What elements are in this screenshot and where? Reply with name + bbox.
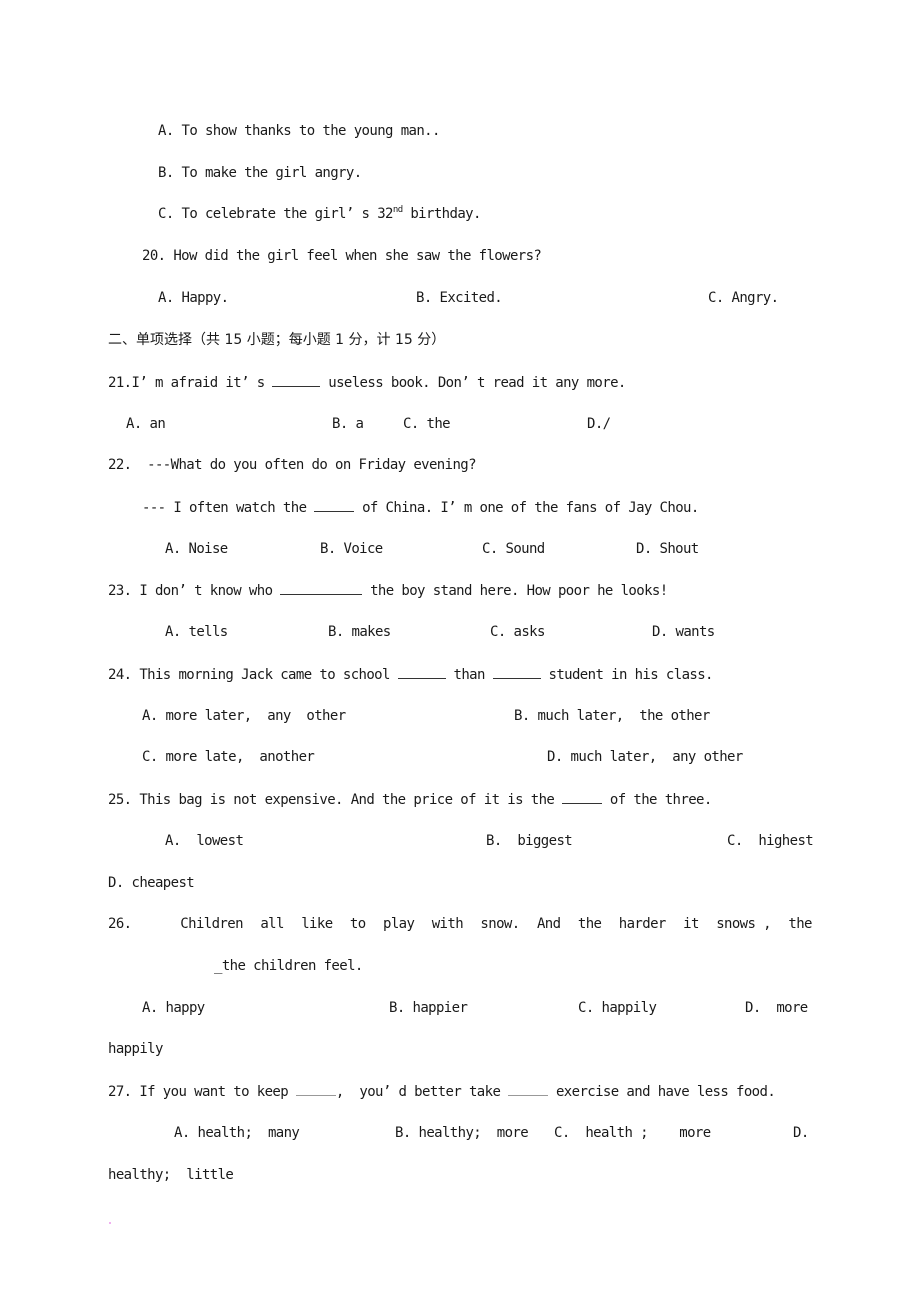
q23-option-a: A. tells [165,624,228,640]
q27-text-end: exercise and have less food. [548,1084,776,1100]
answer-blank [295,1082,336,1096]
q26-question: 26. Children all like to play with snow.… [108,915,812,933]
q21-option-c: C. the [403,416,451,432]
q20-option-a: A. Happy. [158,290,229,306]
q21-option-a: A. an [126,416,166,432]
q26-word: snows , [716,916,771,932]
q24-text-end: student in his class. [540,667,713,683]
q21-option-d: D./ [587,416,611,432]
q26-word: Children [180,916,243,932]
q27-option-c: C. health ; more [554,1125,711,1141]
q22-option-a: A. Noise [165,541,228,557]
q21-option-b: B. a [332,416,364,432]
q22-answer-end: of China. I’ m one of the fans of Jay Ch… [354,500,699,516]
q26-word: harder [618,916,667,932]
section-heading: 二、单项选择（共 15 小题；每小题 1 分，计 15 分） [108,332,446,348]
q20-option-c: C. Angry. [708,290,779,306]
q26-option-d-wrap: happily [108,1041,163,1057]
q19-option-b: B. To make the girl angry. [158,165,362,181]
q26-option-d: D. more [745,1000,808,1016]
q27-option-d-wrap: healthy; little [108,1167,234,1183]
q19-option-c-text: C. To celebrate the girl’ s 32 [158,206,393,222]
q22-option-c: C. Sound [482,541,545,557]
q20-option-b: B. Excited. [416,290,503,306]
q26-word: play [382,916,415,932]
q23-text: 23. I don’ t know who [108,583,281,599]
q20-question: 20. How did the girl feel when she saw t… [142,248,542,264]
q21-text: 21.I’ m afraid it’ s [108,375,273,391]
q27-option-b: B. healthy; more [395,1125,529,1141]
q21-question: 21.I’ m afraid it’ s useless book. Don’ … [108,373,626,391]
q26-word: the [577,916,602,932]
q23-option-d: D. wants [652,624,715,640]
answer-blank [280,581,363,595]
q22-answer: --- I often watch the of China. I’ m one… [142,498,699,516]
q19-option-c-tail: birthday. [402,206,481,222]
q24-option-b: B. much later, the other [514,708,710,724]
q23-question: 23. I don’ t know who the boy stand here… [108,581,668,599]
q27-text-mid: , you’ d better take [335,1084,509,1100]
q19-option-a: A. To show thanks to the young man.. [158,123,440,139]
ordinal-suffix: nd [392,205,403,215]
q26-word: with [431,916,464,932]
q25-question: 25. This bag is not expensive. And the p… [108,790,712,808]
q23-option-b: B. makes [328,624,391,640]
q25-option-b: B. biggest [486,833,573,849]
answer-blank [492,665,541,679]
q22-answer-text: --- I often watch the [142,500,315,516]
q22-option-b: B. Voice [320,541,383,557]
q26-word: snow. [480,916,520,932]
answer-blank [272,373,321,387]
q24-option-c: C. more late, another [142,749,315,765]
q21-text-end: useless book. Don’ t read it any more. [320,375,626,391]
q26-word: to [349,916,366,932]
q27-option-d: D. [793,1125,809,1141]
q25-text-end: of the three. [602,792,712,808]
q26-word: all [260,916,284,932]
q24-text-mid: than [445,667,493,683]
q26-word: it [683,916,699,932]
q26-option-c: C. happily [578,1000,657,1016]
q24-text: 24. This morning Jack came to school [108,667,398,683]
q22-option-d: D. Shout [636,541,699,557]
q25-option-c: C. highest [727,833,814,849]
q24-option-d: D. much later, any other [547,749,743,765]
q25-text: 25. This bag is not expensive. And the p… [108,792,563,808]
answer-blank [562,790,603,804]
stray-mark [109,1222,111,1224]
q27-text: 27. If you want to keep [108,1084,296,1100]
q26-continuation: _the children feel. [214,958,363,974]
q26-word: And [536,916,561,932]
q27-option-a: A. health; many [174,1125,300,1141]
q26-word: like [301,916,333,932]
q25-option-a: A. lowest [165,833,244,849]
q22-question: 22. ---What do you often do on Friday ev… [108,457,477,473]
answer-blank [397,665,446,679]
q19-option-c: C. To celebrate the girl’ s 32nd birthda… [158,205,481,223]
q26-option-a: A. happy [142,1000,205,1016]
q23-option-c: C. asks [490,624,545,640]
q26-number: 26. [108,916,132,932]
q24-option-a: A. more later, any other [142,708,346,724]
answer-blank [508,1082,549,1096]
q26-word: the [788,916,812,932]
q24-question: 24. This morning Jack came to school tha… [108,665,713,683]
q27-question: 27. If you want to keep , you’ d better … [108,1082,776,1100]
answer-blank [314,498,355,512]
q26-option-b: B. happier [389,1000,468,1016]
q25-option-d: D. cheapest [108,875,195,891]
q23-text-end: the boy stand here. How poor he looks! [362,583,668,599]
